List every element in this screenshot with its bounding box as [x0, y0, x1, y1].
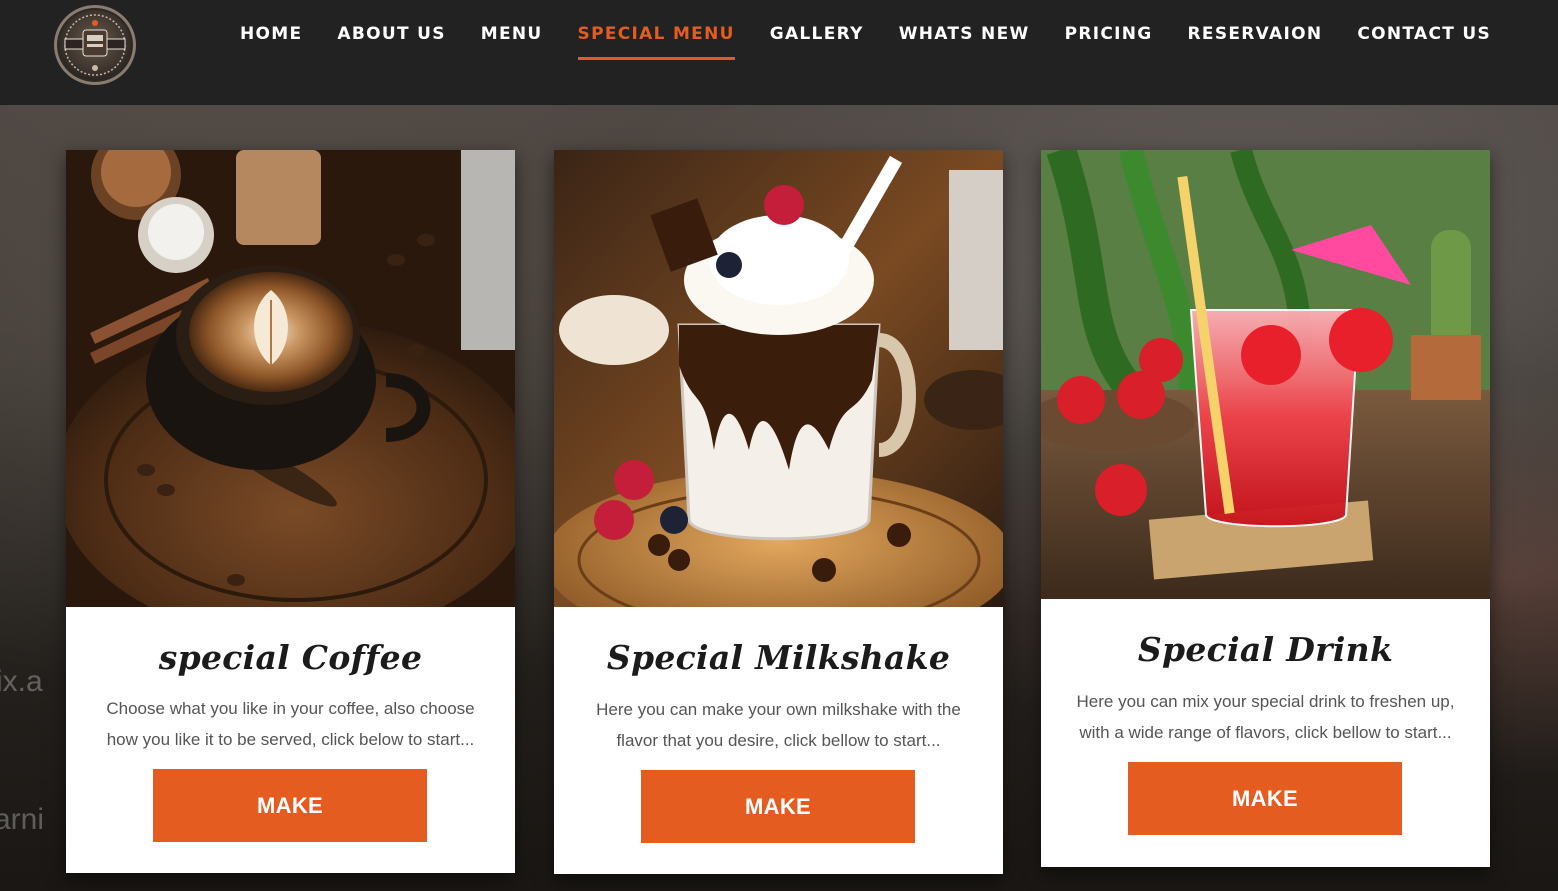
site-header: HOME ABOUT US MENU SPECIAL MENU GALLERY … — [0, 0, 1558, 105]
nav-item-whats-new[interactable]: WHATS NEW — [899, 24, 1030, 44]
make-drink-button[interactable]: MAKE — [1128, 762, 1402, 835]
nav-item-special-menu[interactable]: SPECIAL MENU — [577, 24, 735, 60]
main-nav: HOME ABOUT US MENU SPECIAL MENU GALLERY … — [240, 24, 1491, 60]
card-title: Special Drink — [1137, 630, 1394, 669]
special-coffee-card: special Coffee Choose what you like in y… — [66, 150, 515, 873]
make-coffee-button[interactable]: MAKE — [153, 769, 427, 842]
background-faint-text: ix.a — [0, 665, 43, 698]
nav-item-special-menu-label: SPECIAL MENU — [577, 24, 735, 44]
special-drink-card: Special Drink Here you can mix your spec… — [1041, 150, 1490, 867]
nav-item-home[interactable]: HOME — [240, 24, 302, 44]
nav-item-contact-us[interactable]: CONTACT US — [1357, 24, 1491, 44]
nav-item-about-us[interactable]: ABOUT US — [337, 24, 445, 44]
background-faint-text: arni — [0, 803, 45, 836]
card-description: Choose what you like in your coffee, als… — [106, 699, 475, 749]
nav-item-pricing[interactable]: PRICING — [1065, 24, 1153, 44]
coffee-shop-badge-icon — [64, 14, 126, 76]
make-milkshake-button[interactable]: MAKE — [641, 770, 915, 843]
strawberry-drink-image — [1041, 150, 1490, 599]
chocolate-milkshake-image — [554, 150, 1003, 607]
coffee-shop-logo[interactable] — [54, 5, 136, 85]
card-description: Here you can mix your special drink to f… — [1076, 692, 1455, 742]
special-milkshake-card: Special Milkshake Here you can make your… — [554, 150, 1003, 874]
latte-cup-image — [66, 150, 515, 607]
nav-item-reservation[interactable]: RESERVAION — [1188, 24, 1323, 44]
active-nav-underline — [577, 57, 735, 60]
card-title: Special Milkshake — [606, 638, 951, 677]
card-title: special Coffee — [158, 638, 423, 677]
nav-item-menu[interactable]: MENU — [481, 24, 543, 44]
nav-item-gallery[interactable]: GALLERY — [770, 24, 864, 44]
card-description: Here you can make your own milkshake wit… — [596, 700, 961, 750]
